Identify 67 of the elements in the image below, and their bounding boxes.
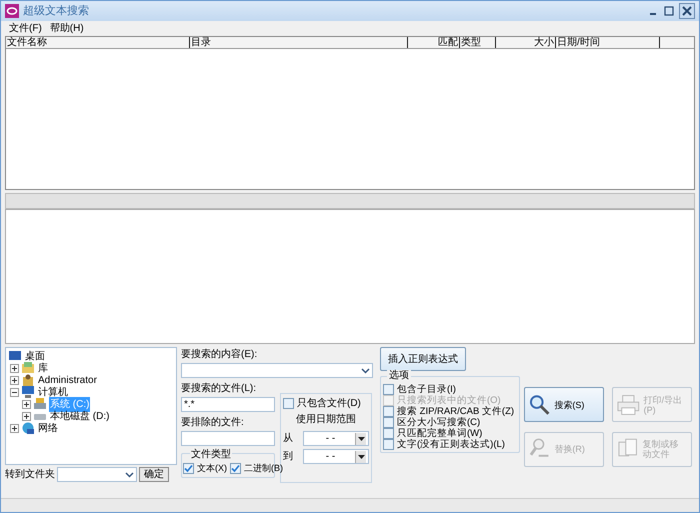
column-header[interactable]: 日期/时间 (556, 37, 660, 48)
field-label: 要排除的文件: (181, 416, 245, 430)
column-header[interactable]: 类型 (460, 37, 496, 48)
column-header[interactable]: 大小 (496, 37, 556, 48)
checkbox-label: 包含子目录(I) (397, 384, 456, 395)
maximize-icon[interactable] (663, 5, 675, 17)
field-label: 要搜索的内容(E): (181, 348, 258, 362)
field-label: 转到文件夹 (5, 468, 55, 482)
expand-icon[interactable] (10, 364, 19, 372)
ok-button[interactable]: 确定 (139, 467, 169, 482)
app-icon (5, 4, 19, 18)
checkbox[interactable] (283, 398, 294, 409)
expand-icon[interactable] (22, 400, 31, 408)
checkbox-label: 搜索 ZIP/RAR/CAB 文件(Z) (397, 406, 514, 417)
checkbox[interactable] (383, 439, 394, 450)
checkbox[interactable] (383, 384, 394, 395)
tree-item[interactable]: 网络 (37, 420, 59, 436)
group-caption: 使用日期范围 (295, 412, 357, 427)
globe-icon (21, 421, 35, 435)
menu-item[interactable]: 帮助(H) (50, 21, 84, 36)
library-icon (21, 361, 35, 375)
collapse-icon[interactable] (10, 388, 19, 396)
close-icon[interactable] (679, 3, 695, 19)
expand-icon[interactable] (10, 424, 19, 432)
tree-item[interactable]: 库 (37, 360, 49, 376)
drive-icon (33, 397, 47, 411)
user-folder-icon (21, 373, 35, 387)
checkbox[interactable] (383, 406, 394, 417)
column-header[interactable]: 文件名称 (6, 37, 190, 48)
expand-icon[interactable] (22, 412, 31, 420)
tree-item[interactable]: 桌面 (24, 348, 46, 364)
search-files-field[interactable]: *.* (181, 397, 275, 412)
expand-icon[interactable] (10, 376, 19, 384)
group-title: 选项 (387, 370, 411, 381)
window-title: 超级文本搜索 (23, 4, 89, 19)
checkbox-label: 只搜索列表中的文件(O) (397, 395, 501, 406)
chevron-down-icon (125, 472, 134, 478)
field-label: 从 (283, 432, 294, 446)
checkbox-label: 只包含文件(D) (297, 396, 361, 411)
magnifier-icon (529, 438, 550, 460)
checkbox-label: 只匹配完整单词(W) (397, 428, 482, 439)
column-header[interactable]: 目录 (190, 37, 408, 48)
checkbox[interactable] (383, 428, 394, 439)
field-label: 要搜索的文件(L): (181, 382, 257, 396)
checkbox-label: 区分大小写搜索(C) (397, 417, 480, 428)
exclude-files-field[interactable] (181, 431, 275, 446)
menu-item[interactable]: 文件(F) (9, 21, 42, 36)
date-picker[interactable]: - - (303, 449, 369, 464)
date-picker[interactable]: - - (303, 431, 369, 446)
tree-item[interactable]: Administrator (37, 372, 98, 388)
computer-icon (21, 385, 35, 399)
field-label: 到 (283, 450, 294, 464)
checkbox[interactable] (183, 463, 194, 474)
printer-icon (617, 394, 640, 416)
magnifier-icon (529, 394, 550, 416)
checkbox-label: 文本(X) (197, 462, 227, 475)
checkbox-label: 二进制(B) (244, 462, 283, 475)
insert-regex-button[interactable]: 插入正则表达式 (380, 347, 466, 371)
tree-item[interactable]: 本地磁盘 (D:) (49, 408, 110, 424)
checkbox[interactable] (383, 417, 394, 428)
desktop-icon (8, 349, 22, 363)
checkbox-label: 文字(没有正则表达式)(L) (397, 439, 505, 450)
tree-item[interactable]: 计算机 (37, 384, 69, 400)
action-button[interactable]: 搜索(S) (524, 387, 604, 422)
column-header[interactable]: 匹配 (408, 37, 460, 48)
chevron-down-icon (361, 368, 370, 374)
checkbox[interactable] (230, 463, 241, 474)
